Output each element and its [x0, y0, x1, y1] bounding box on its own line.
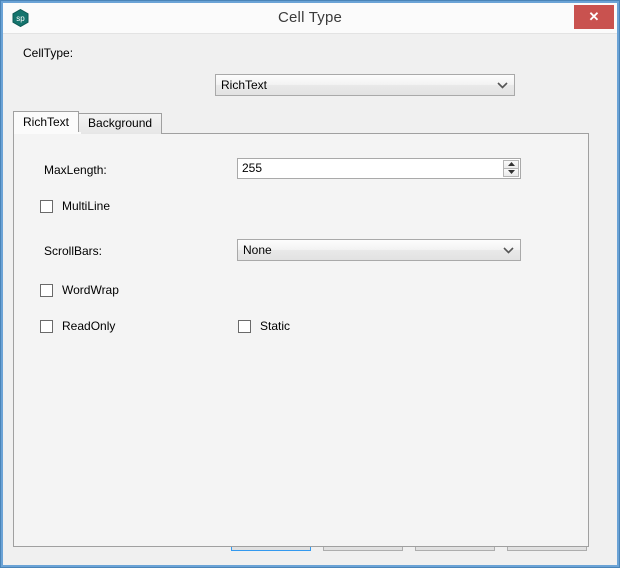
- close-button[interactable]: ✕: [574, 5, 614, 29]
- app-logo-icon: sp: [12, 9, 29, 27]
- chevron-down-icon: [500, 240, 516, 260]
- scrollbars-label: ScrollBars:: [44, 244, 103, 258]
- spinner-buttons: [503, 160, 519, 177]
- dialog-inner-frame: sp Cell Type ✕ CellType: RichText RichTe…: [1, 1, 619, 567]
- tab-panel-richtext: MaxLength: 255 MultiLine ScrollBars: Non…: [13, 133, 589, 547]
- tab-background[interactable]: Background: [78, 113, 163, 134]
- tab-richtext-label: RichText: [23, 115, 70, 129]
- spinner-down-button[interactable]: [503, 168, 519, 177]
- static-checkbox-row[interactable]: Static: [238, 319, 290, 333]
- wordwrap-checkbox[interactable]: [40, 283, 53, 297]
- multiline-label: MultiLine: [62, 199, 111, 213]
- svg-text:sp: sp: [16, 14, 25, 23]
- tab-richtext[interactable]: RichText: [13, 111, 80, 134]
- scrollbars-dropdown[interactable]: None: [237, 239, 521, 261]
- spinner-up-button[interactable]: [503, 160, 519, 169]
- cell-type-dialog: sp Cell Type ✕ CellType: RichText RichTe…: [0, 0, 620, 568]
- wordwrap-checkbox-row[interactable]: WordWrap: [40, 283, 119, 297]
- readonly-label: ReadOnly: [62, 319, 116, 333]
- celltype-selected-value: RichText: [221, 78, 268, 92]
- multiline-checkbox-row[interactable]: MultiLine: [40, 199, 110, 213]
- dialog-body: CellType: RichText RichText Background M…: [3, 34, 617, 565]
- chevron-down-icon: [494, 75, 510, 95]
- tab-background-label: Background: [88, 116, 153, 130]
- readonly-checkbox[interactable]: [40, 319, 53, 333]
- maxlength-spinner[interactable]: 255: [237, 158, 521, 179]
- scrollbars-selected-value: None: [243, 243, 272, 257]
- active-tab-seam: [14, 132, 81, 134]
- maxlength-value: 255: [242, 161, 263, 175]
- dialog-title: Cell Type: [277, 9, 343, 26]
- maxlength-label: MaxLength:: [44, 163, 107, 177]
- tab-strip: RichText Background: [13, 111, 163, 134]
- celltype-dropdown[interactable]: RichText: [215, 74, 515, 96]
- celltype-row: CellType:: [3, 34, 617, 76]
- multiline-checkbox[interactable]: [40, 199, 53, 213]
- celltype-label: CellType:: [23, 46, 74, 60]
- title-bar: sp Cell Type ✕: [3, 3, 617, 34]
- readonly-checkbox-row[interactable]: ReadOnly: [40, 319, 115, 333]
- static-checkbox[interactable]: [238, 319, 251, 333]
- wordwrap-label: WordWrap: [62, 283, 119, 297]
- static-label: Static: [260, 319, 291, 333]
